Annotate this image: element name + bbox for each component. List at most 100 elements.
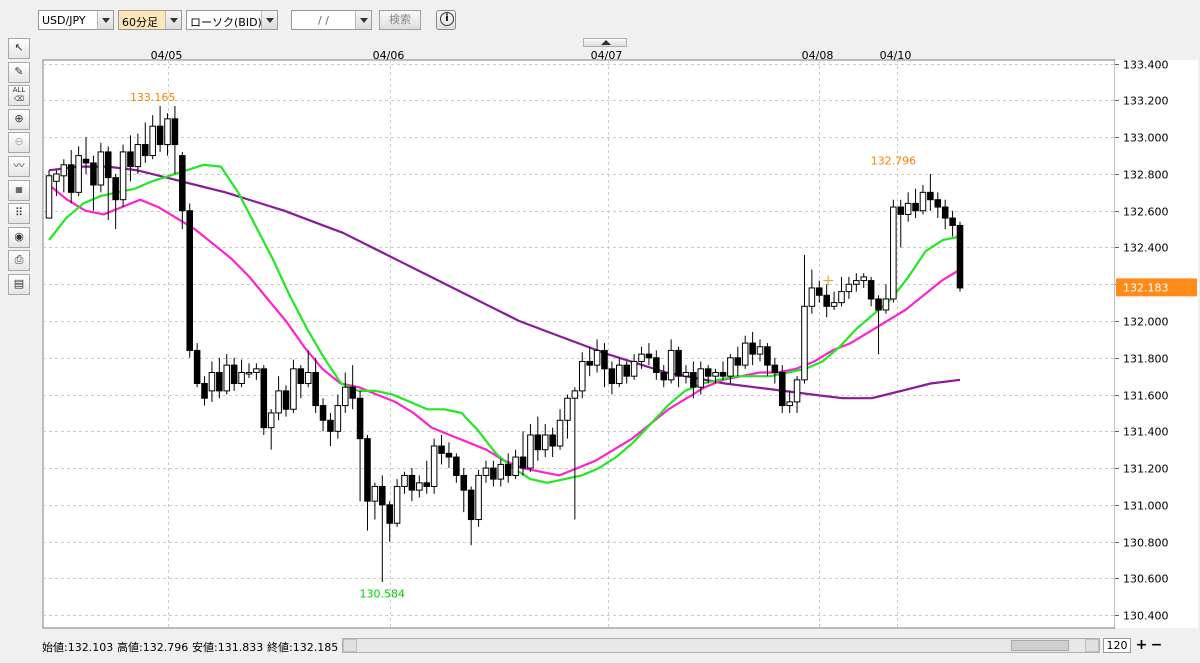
chevron-down-icon[interactable] <box>261 11 277 29</box>
candle <box>164 118 171 146</box>
candle <box>860 276 867 282</box>
candle <box>334 405 342 432</box>
info-icon: i <box>440 12 454 26</box>
candle <box>867 280 875 300</box>
symbol-select[interactable]: USD/JPY <box>38 10 114 30</box>
candle <box>660 371 668 381</box>
info-button[interactable]: i <box>436 10 456 30</box>
candle <box>379 485 386 506</box>
y-tick-label: 132.600 <box>1123 206 1169 219</box>
candle <box>541 434 549 451</box>
candle <box>97 151 105 186</box>
x-tick-label: 04/05 <box>151 49 183 62</box>
table-icon[interactable]: ▦ <box>8 179 30 201</box>
chart-area[interactable]: 04/05 04/06 04/07 04/08 04/10 133.400 133.200 1… <box>40 48 1198 633</box>
horizontal-scrollbar[interactable] <box>342 638 1100 653</box>
candle <box>186 210 194 351</box>
y-tick-label: 131.400 <box>1123 426 1169 439</box>
candle <box>408 474 416 491</box>
pencil-icon[interactable]: ✎ <box>8 61 30 83</box>
candle <box>445 452 453 458</box>
y-tick-label: 132.000 <box>1123 316 1169 329</box>
candle <box>808 287 816 307</box>
high-annotation: 133.165 <box>130 91 176 104</box>
candle <box>734 357 742 366</box>
candle <box>764 346 771 366</box>
candle <box>875 298 882 311</box>
zoom-in-icon[interactable]: ⊕ <box>8 108 30 130</box>
eraser-all-icon[interactable]: ALL ⌫ <box>8 85 30 107</box>
search-button[interactable]: 検索 <box>379 10 421 30</box>
grid-icon[interactable]: ▤ <box>8 273 30 295</box>
x-tick-label: 04/08 <box>802 49 834 62</box>
candle <box>364 438 371 502</box>
candle <box>312 371 319 407</box>
candle <box>904 202 912 215</box>
zoom-level[interactable]: 120 <box>1103 638 1131 653</box>
y-tick-label: 133.000 <box>1123 132 1169 145</box>
y-tick-label: 130.600 <box>1123 573 1169 586</box>
candle <box>356 397 364 440</box>
cursor-icon[interactable]: ↖ <box>8 38 30 59</box>
y-tick-label: 131.200 <box>1123 463 1169 476</box>
candle <box>67 164 75 193</box>
candle <box>586 360 593 366</box>
scroll-left-icon[interactable] <box>343 639 357 652</box>
scroll-right-icon[interactable] <box>1085 639 1099 652</box>
zoom-out-icon[interactable]: ⊖ <box>8 132 30 154</box>
candle <box>786 401 793 407</box>
candle <box>823 294 830 307</box>
chevron-down-icon[interactable] <box>165 11 181 29</box>
candle <box>134 144 142 168</box>
dots-icon[interactable]: ⠿ <box>8 203 30 225</box>
chevron-down-icon[interactable] <box>355 11 371 29</box>
candle <box>882 298 890 311</box>
candle <box>682 371 690 377</box>
chevron-down-icon[interactable] <box>97 11 113 29</box>
candle <box>838 291 845 304</box>
candle <box>941 206 949 219</box>
candle <box>319 405 327 421</box>
open-value: 始値:132.103 <box>42 641 114 654</box>
candle <box>578 360 586 392</box>
indicator-icon[interactable]: 〰 <box>8 155 30 177</box>
candle <box>616 364 623 385</box>
date-input[interactable]: / / <box>291 10 372 30</box>
candle <box>245 371 253 375</box>
candle <box>497 463 505 480</box>
zoom-minus-button[interactable]: − <box>1149 638 1164 653</box>
y-tick-label: 133.200 <box>1123 95 1169 108</box>
candle <box>727 357 734 377</box>
candle <box>653 357 660 373</box>
x-tick-label: 04/10 <box>880 49 912 62</box>
candle <box>423 482 431 487</box>
candle <box>564 397 571 421</box>
candle <box>712 371 719 377</box>
y-tick-label: 131.800 <box>1123 353 1169 366</box>
candle <box>238 371 245 385</box>
candle <box>830 302 838 307</box>
candle <box>645 353 653 359</box>
chart-type-value: ローソク(BID) <box>190 16 262 29</box>
candle <box>275 390 282 414</box>
print-icon[interactable]: ⎙ <box>8 250 30 272</box>
high-annotation: 132.796 <box>871 155 917 168</box>
collapse-toolbar-button[interactable] <box>583 38 627 47</box>
scroll-thumb[interactable] <box>1011 640 1069 651</box>
candle <box>771 364 779 373</box>
candle <box>453 456 460 476</box>
candle <box>179 155 186 212</box>
candle <box>460 474 468 491</box>
candle <box>571 390 579 399</box>
eye-icon[interactable]: ◉ <box>8 226 30 248</box>
timeframe-select[interactable]: 60分足 <box>118 10 182 30</box>
candle <box>741 342 749 366</box>
y-tick-label: 131.000 <box>1123 500 1169 513</box>
candle <box>260 368 268 429</box>
symbol-value: USD/JPY <box>42 14 86 27</box>
chart-type-select[interactable]: ローソク(BID) <box>186 10 278 30</box>
zoom-plus-button[interactable]: + <box>1134 638 1149 653</box>
candle <box>897 206 905 215</box>
candle <box>527 434 534 469</box>
candle <box>104 151 112 179</box>
